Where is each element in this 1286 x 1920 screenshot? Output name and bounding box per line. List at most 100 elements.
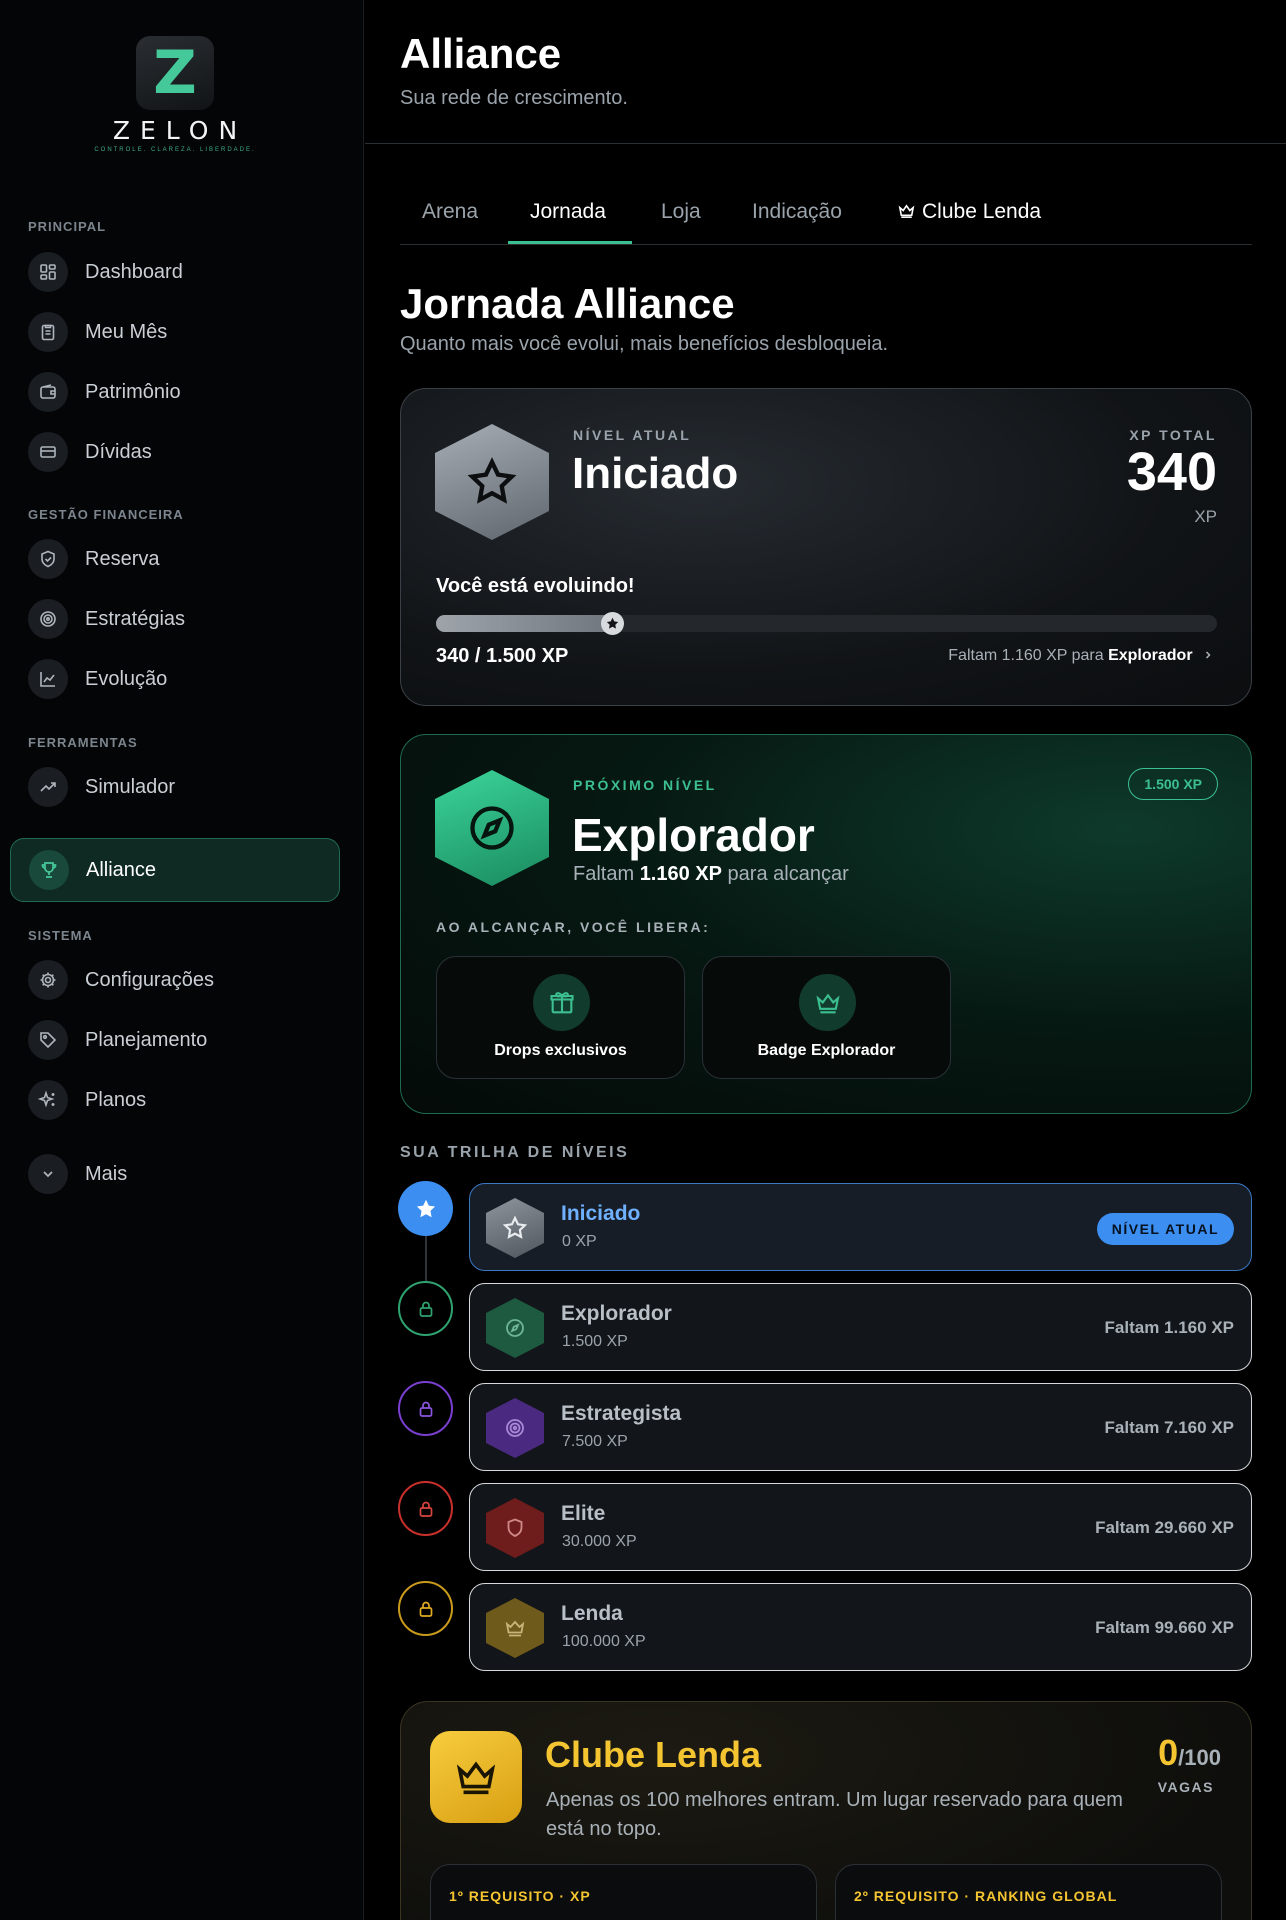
level-name: Estrategista [561, 1402, 682, 1425]
sparkles-icon [28, 1080, 68, 1120]
crown-icon [505, 1620, 525, 1637]
sidebar-item-label: Patrimônio [85, 380, 181, 403]
brand-tagline: CONTROLE. CLAREZA. LIBERDADE. [94, 147, 256, 153]
sidebar-item-label: Planejamento [85, 1028, 208, 1051]
sidebar-item-mais[interactable]: Mais [28, 1152, 127, 1196]
sidebar-item-dividas[interactable]: Dívidas [28, 430, 152, 474]
next-level-card: PRÓXIMO NÍVEL 1.500 XP Explorador Faltam… [400, 734, 1252, 1114]
brand-logo[interactable]: Z ZELON CONTROLE. CLAREZA. LIBERDADE. [0, 36, 350, 153]
gear-icon [28, 960, 68, 1000]
trail-row-estrategista[interactable]: Estrategista 7.500 XP Faltam 7.160 XP [469, 1383, 1252, 1471]
next-level-name: Explorador [572, 809, 815, 861]
tag-icon [28, 1020, 68, 1060]
progress-marker [601, 612, 624, 635]
sidebar-item-configuracoes[interactable]: Configurações [28, 958, 214, 1002]
compass-icon [506, 1319, 524, 1337]
tab-jornada[interactable]: Jornada [530, 200, 606, 224]
tab-indicacao[interactable]: Indicação [752, 200, 842, 224]
chart-line-icon [28, 659, 68, 699]
page-subtitle: Sua rede de crescimento. [400, 87, 628, 109]
level-xp: 1.500 XP [562, 1333, 628, 1350]
perk-label: Drops exclusivos [494, 1042, 627, 1059]
level-name: Lenda [561, 1602, 623, 1625]
page-title: Alliance [400, 30, 562, 77]
trail-row-elite[interactable]: Elite 30.000 XP Faltam 29.660 XP [469, 1483, 1252, 1571]
sidebar-item-label: Dashboard [85, 260, 183, 283]
trail-node-locked [398, 1581, 453, 1636]
trail-title: SUA TRILHA DE NÍVEIS [400, 1144, 630, 1161]
clipboard-icon [28, 312, 68, 352]
current-level-badge [435, 424, 549, 540]
main-content: Alliance Sua rede de crescimento. Arena … [365, 0, 1286, 1920]
xp-progress-fill [436, 615, 613, 632]
trail-row-iniciado[interactable]: Iniciado 0 XP NÍVEL ATUAL [469, 1183, 1252, 1271]
sidebar-item-planejamento[interactable]: Planejamento [28, 1018, 207, 1062]
progress-message: Você está evoluindo! [436, 575, 635, 597]
xp-total-unit: XP [1194, 507, 1217, 526]
target-icon [28, 599, 68, 639]
clube-lenda-description: Apenas os 100 melhores entram. Um lugar … [546, 1789, 1123, 1840]
crown-icon [430, 1731, 522, 1823]
sidebar-item-meu-mes[interactable]: Meu Mês [28, 310, 167, 354]
sidebar-item-label: Meu Mês [85, 320, 168, 343]
sidebar-item-estrategias[interactable]: Estratégias [28, 597, 185, 641]
tab-loja[interactable]: Loja [661, 200, 701, 224]
sidebar-item-alliance[interactable]: Alliance [10, 838, 340, 902]
current-level-label: NÍVEL ATUAL [573, 427, 692, 443]
grid-icon [28, 252, 68, 292]
tab-arena[interactable]: Arena [422, 200, 478, 224]
sidebar-item-reserva[interactable]: Reserva [28, 537, 159, 581]
clube-lenda-card: Clube Lenda Apenas os 100 melhores entra… [400, 1701, 1252, 1920]
trail-row-lenda[interactable]: Lenda 100.000 XP Faltam 99.660 XP [469, 1583, 1252, 1671]
nav-section-ferramentas: FERRAMENTAS [28, 735, 138, 750]
requirement-label: 1º REQUISITO · XP [449, 1888, 591, 1904]
xp-remaining-link[interactable]: Faltam 1.160 XP para Explorador [948, 647, 1213, 665]
tab-clube-lenda[interactable]: Clube Lenda [897, 200, 1041, 224]
level-remaining: Faltam 29.660 XP [1095, 1518, 1234, 1537]
level-badge [486, 1298, 544, 1358]
sidebar-item-label: Configurações [85, 968, 214, 991]
current-level-name: Iniciado [572, 449, 739, 498]
gift-icon [533, 974, 590, 1031]
sidebar-item-patrimonio[interactable]: Patrimônio [28, 370, 181, 414]
requirement-card: 2º REQUISITO · RANKING GLOBAL [835, 1864, 1222, 1920]
xp-progress-bar [436, 612, 1217, 635]
level-badge [486, 1398, 544, 1458]
sidebar-item-label: Evolução [85, 667, 168, 690]
clube-lenda-title: Clube Lenda [545, 1734, 762, 1775]
lock-icon [419, 1601, 432, 1617]
chevron-down-icon [28, 1154, 68, 1194]
perk-card[interactable]: Drops exclusivos [436, 956, 685, 1079]
compass-icon [470, 806, 514, 850]
star-icon [416, 1199, 435, 1217]
crown-icon [799, 974, 856, 1031]
clube-lenda-count: 0/100 [1158, 1732, 1221, 1773]
logo-mark: Z [136, 36, 214, 110]
level-badge [486, 1598, 544, 1658]
trail-row-explorador[interactable]: Explorador 1.500 XP Faltam 1.160 XP [469, 1283, 1252, 1371]
requirement-card: 1º REQUISITO · XP [430, 1864, 817, 1920]
journey-subtitle: Quanto mais você evolui, mais benefícios… [400, 333, 889, 355]
page-header: Alliance Sua rede de crescimento. [365, 0, 1286, 144]
target-icon [506, 1419, 524, 1437]
next-level-remaining: Faltam 1.160 XP para alcançar [573, 863, 849, 885]
trend-up-icon [28, 767, 68, 807]
chevron-right-icon [1205, 651, 1211, 659]
sidebar-item-evolucao[interactable]: Evolução [28, 657, 167, 701]
perk-label: Badge Explorador [757, 1042, 896, 1059]
sidebar-item-simulador[interactable]: Simulador [28, 765, 175, 809]
level-badge [486, 1198, 544, 1258]
level-xp: 30.000 XP [562, 1533, 637, 1550]
perk-card[interactable]: Badge Explorador [702, 956, 951, 1079]
current-level-card: NÍVEL ATUAL Iniciado XP TOTAL 340 XP Voc… [400, 388, 1252, 706]
next-level-label: PRÓXIMO NÍVEL [573, 777, 717, 793]
sidebar-item-planos[interactable]: Planos [28, 1078, 146, 1122]
star-icon [502, 1215, 528, 1239]
brand-name: ZELON [112, 116, 248, 145]
sidebar-item-label: Alliance [86, 858, 157, 881]
sidebar-item-label: Planos [85, 1088, 147, 1111]
level-name: Elite [561, 1502, 606, 1525]
sidebar-item-label: Dívidas [85, 440, 152, 463]
sidebar-item-dashboard[interactable]: Dashboard [28, 250, 183, 294]
sidebar-item-label: Simulador [85, 775, 176, 798]
